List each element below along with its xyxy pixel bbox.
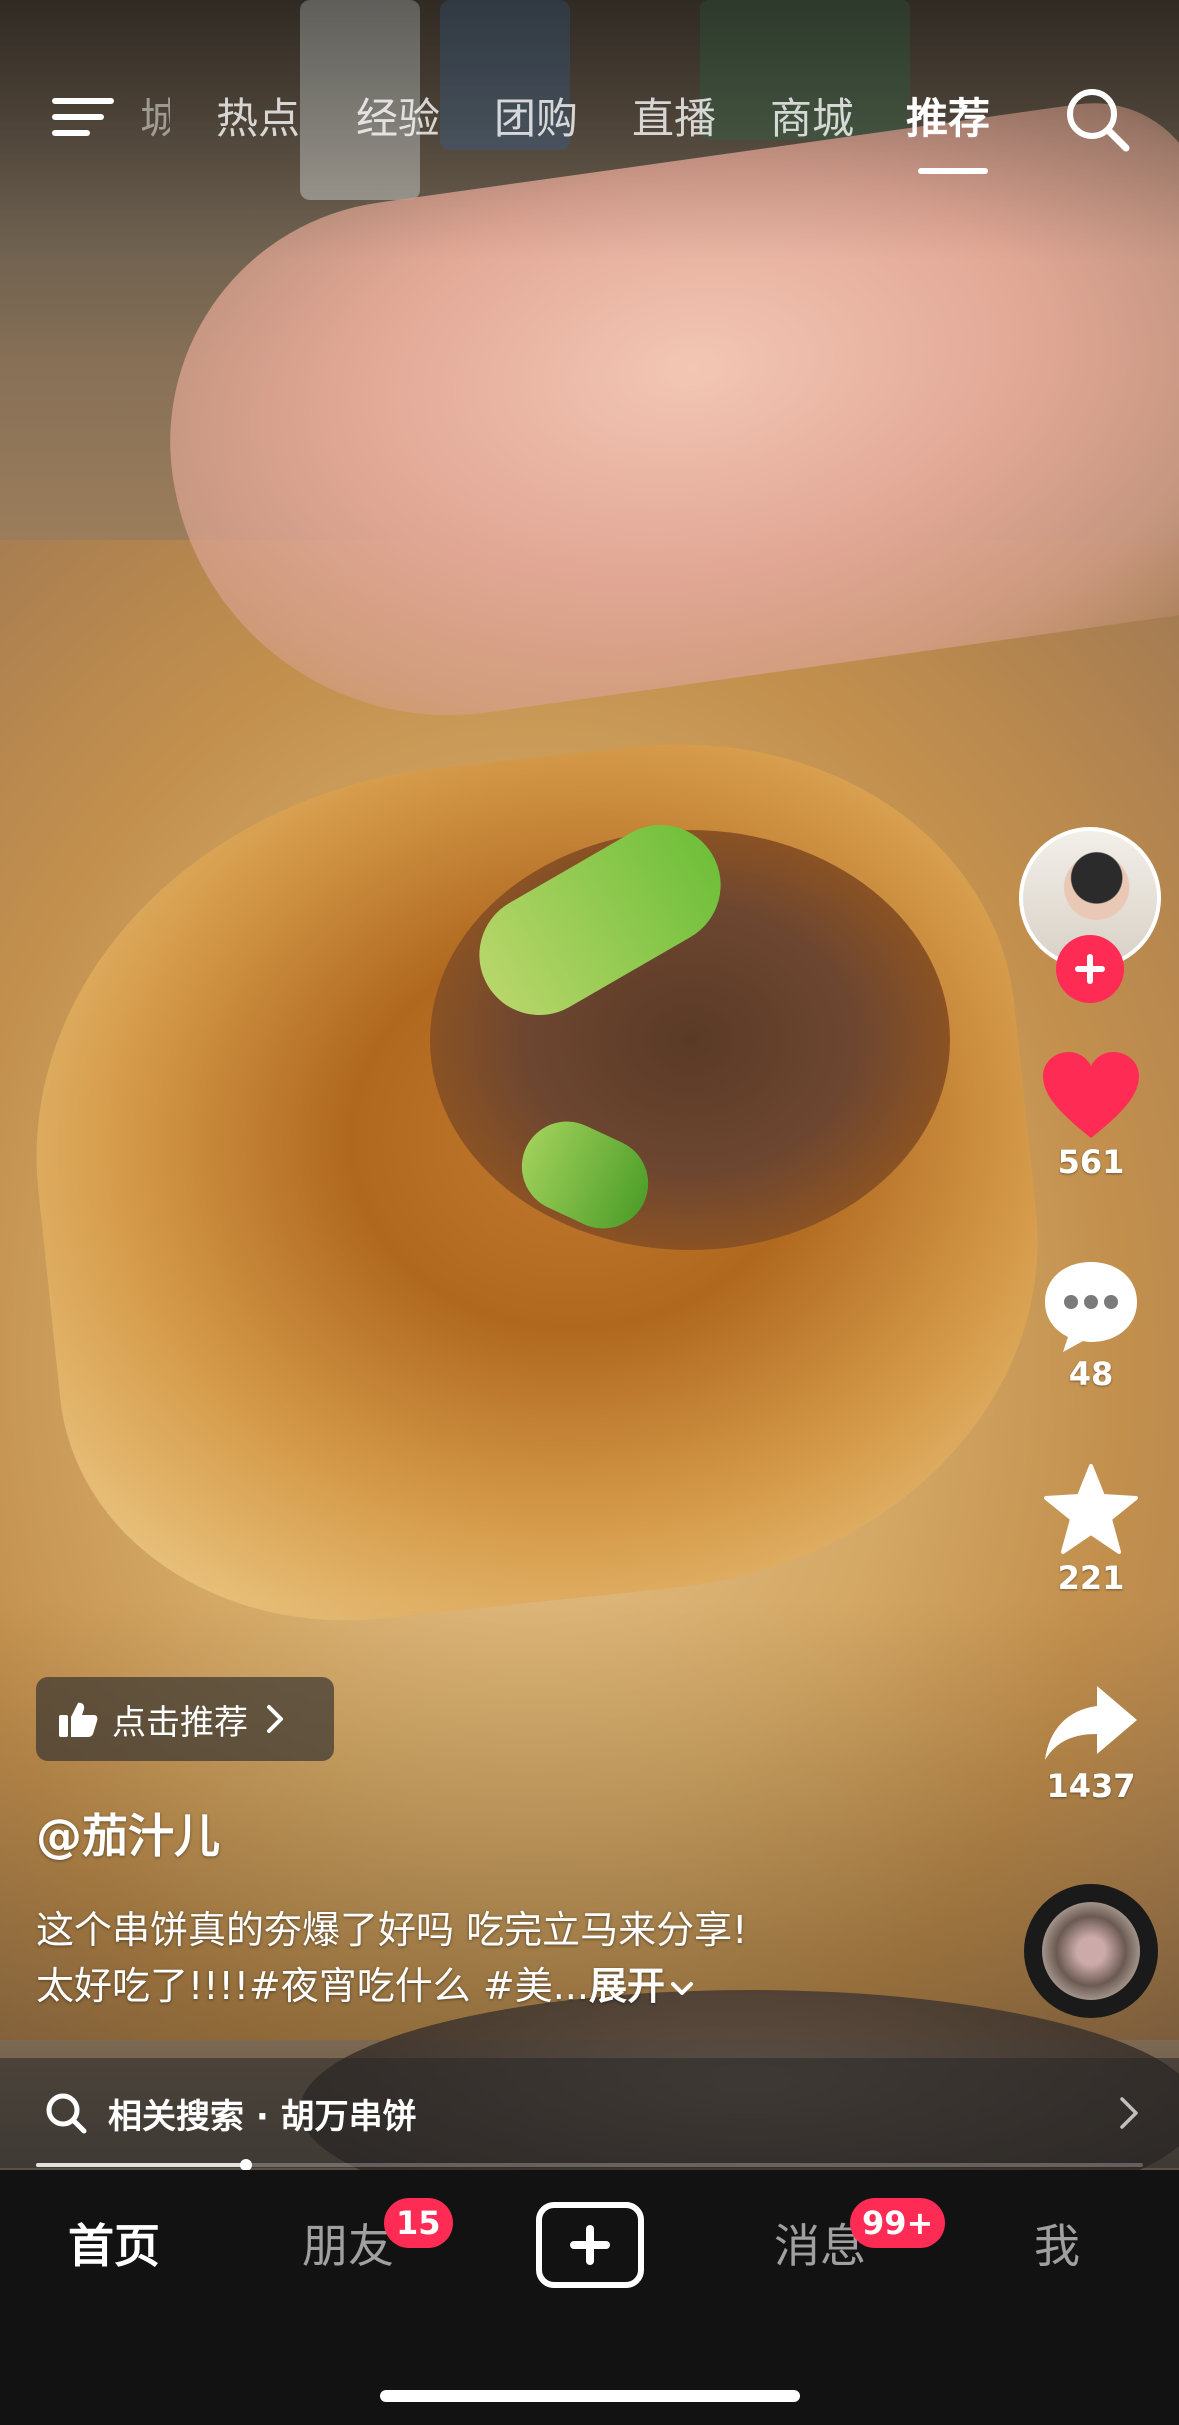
- messages-badge: 99+: [850, 2198, 946, 2248]
- video-progress-bar[interactable]: [36, 2159, 1143, 2171]
- caption-line: 这个串饼真的夯爆了好吗 吃完立马来分享!: [36, 1908, 748, 1952]
- heart-icon: [1043, 1052, 1139, 1138]
- comment-button[interactable]: 48: [1031, 1258, 1151, 1394]
- recommend-chip[interactable]: 点击推荐: [36, 1677, 334, 1761]
- like-button[interactable]: 561: [1031, 1050, 1151, 1182]
- chevron-right-icon: [267, 1705, 283, 1733]
- plus-icon: [570, 2225, 610, 2265]
- search-icon[interactable]: [1060, 82, 1136, 158]
- music-disc[interactable]: [1024, 1884, 1158, 2018]
- like-count: 561: [1057, 1143, 1125, 1181]
- chevron-down-icon: [670, 1981, 693, 1995]
- favorite-button[interactable]: 221: [1031, 1462, 1151, 1598]
- tab-experience[interactable]: 经验: [356, 84, 440, 154]
- progress-fill: [36, 2163, 247, 2167]
- related-search-bar[interactable]: 相关搜索 · 胡万串饼: [0, 2058, 1179, 2168]
- top-navigation: 城 热点 经验 团购 直播 商城 推荐: [0, 70, 1179, 180]
- recommend-label: 点击推荐: [112, 1702, 248, 1743]
- author-name[interactable]: @茄汁儿: [36, 1800, 220, 1866]
- thumbs-up-icon: [59, 1702, 98, 1737]
- tab-me[interactable]: 我: [1034, 2216, 1080, 2276]
- menu-icon[interactable]: [52, 90, 114, 142]
- share-icon: [1045, 1686, 1137, 1760]
- tab-recommend[interactable]: 推荐: [906, 84, 990, 154]
- tab-group-buy[interactable]: 团购: [494, 84, 578, 154]
- caption-line-2: 太好吃了!!!!#夜宵吃什么 #美...展开: [36, 1958, 966, 2014]
- plus-icon: [1075, 954, 1105, 984]
- friends-badge: 15: [384, 2198, 453, 2248]
- home-indicator: [380, 2390, 800, 2402]
- search-icon: [46, 2093, 87, 2134]
- tab-live[interactable]: 直播: [632, 84, 716, 154]
- expand-button[interactable]: 展开: [589, 1964, 665, 2008]
- caption-line: 太好吃了!!!!#夜宵吃什么 #美...: [36, 1964, 589, 2008]
- video-caption[interactable]: 这个串饼真的夯爆了好吗 吃完立马来分享! 太好吃了!!!!#夜宵吃什么 #美..…: [36, 1902, 966, 2014]
- comment-count: 48: [1068, 1355, 1114, 1393]
- star-icon: [1044, 1464, 1138, 1554]
- tab-home[interactable]: 首页: [68, 2216, 160, 2276]
- tab-city[interactable]: 城: [140, 84, 170, 154]
- create-button[interactable]: [536, 2202, 644, 2288]
- share-button[interactable]: 1437: [1031, 1680, 1151, 1806]
- bottom-tab-bar: 首页 朋友 15 消息 99+ 我: [0, 2170, 1179, 2425]
- comment-icon: [1045, 1262, 1137, 1352]
- chevron-right-icon: [1120, 2097, 1138, 2129]
- active-tab-indicator: [918, 168, 988, 174]
- tab-mall[interactable]: 商城: [770, 84, 854, 154]
- favorite-count: 221: [1057, 1559, 1125, 1597]
- tab-hot[interactable]: 热点: [216, 84, 300, 154]
- related-search-text: 相关搜索 · 胡万串饼: [108, 2096, 417, 2137]
- follow-button[interactable]: [1056, 935, 1124, 1003]
- share-count: 1437: [1046, 1767, 1136, 1805]
- tab-friends[interactable]: 朋友: [302, 2216, 394, 2276]
